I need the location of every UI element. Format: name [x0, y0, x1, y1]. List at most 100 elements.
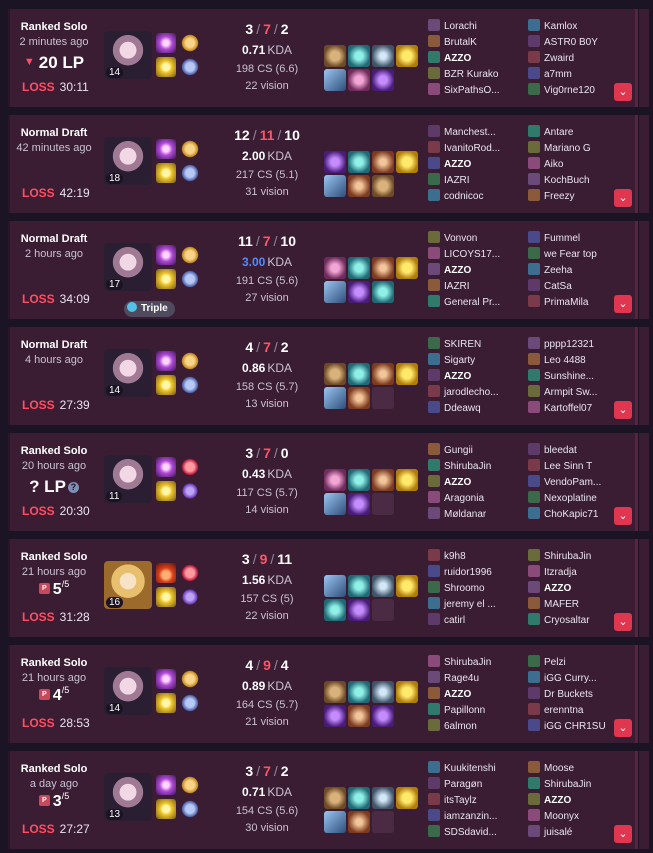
item-icon[interactable]: [372, 45, 394, 67]
player-row[interactable]: ShirubaJin: [428, 655, 491, 671]
player-row[interactable]: Sigarty: [428, 353, 498, 369]
item-icon[interactable]: [372, 787, 394, 809]
item-icon[interactable]: [372, 575, 394, 597]
player-row[interactable]: Gungii: [428, 443, 491, 459]
player-name[interactable]: Shroomo: [444, 583, 485, 594]
player-name[interactable]: pppp12321: [544, 339, 594, 350]
player-name[interactable]: AZZO: [544, 583, 571, 594]
player-name[interactable]: ShirubaJin: [544, 551, 591, 562]
player-row[interactable]: bleedat: [528, 443, 601, 459]
item-icon[interactable]: [348, 681, 370, 703]
player-row[interactable]: codnicoc: [428, 189, 500, 205]
item-icon[interactable]: [348, 493, 370, 515]
player-name[interactable]: Paragøn: [444, 779, 482, 790]
item-icon[interactable]: [372, 705, 394, 727]
player-name[interactable]: Moonyx: [544, 811, 579, 822]
expand-match-button[interactable]: ⌄: [614, 825, 632, 843]
expand-match-button[interactable]: ⌄: [614, 295, 632, 313]
player-row[interactable]: itsTaylz: [428, 793, 497, 809]
player-name[interactable]: Lee Sinn T: [544, 461, 592, 472]
item-icon[interactable]: [396, 681, 418, 703]
player-name[interactable]: IAZRI: [444, 175, 470, 186]
player-row[interactable]: Vig0rne120: [528, 83, 598, 99]
player-row[interactable]: AZZO: [428, 687, 491, 703]
player-name[interactable]: SixPathsO...: [444, 85, 500, 96]
player-name[interactable]: juisalé: [544, 827, 572, 838]
player-name[interactable]: Moose: [544, 763, 574, 774]
help-icon[interactable]: ?: [67, 482, 79, 493]
item-icon[interactable]: [372, 151, 394, 173]
player-name[interactable]: SKIREN: [444, 339, 481, 350]
player-name[interactable]: AZZO: [444, 265, 471, 276]
expand-match-button[interactable]: ⌄: [614, 719, 632, 737]
player-name[interactable]: KochBuch: [544, 175, 590, 186]
item-icon[interactable]: [348, 811, 370, 833]
player-row[interactable]: pppp12321: [528, 337, 597, 353]
item-icon[interactable]: [348, 787, 370, 809]
player-name[interactable]: Ddeawq: [444, 403, 481, 414]
player-row[interactable]: IAZRI: [428, 279, 500, 295]
item-icon[interactable]: [324, 787, 346, 809]
player-name[interactable]: Kartoffel07: [544, 403, 592, 414]
player-row[interactable]: Pelzi: [528, 655, 606, 671]
player-row[interactable]: ASTR0 B0Y: [528, 35, 598, 51]
item-icon[interactable]: [324, 281, 346, 303]
player-name[interactable]: iamzanzin...: [444, 811, 497, 822]
item-icon[interactable]: [324, 363, 346, 385]
match-card[interactable]: Ranked Solo a day ago P 3/5 LOSS 27:27 13 3/7/2…: [8, 751, 638, 849]
player-name[interactable]: Manchest...: [444, 127, 496, 138]
player-row[interactable]: BrutalK: [428, 35, 500, 51]
player-name[interactable]: Mariano G: [544, 143, 591, 154]
player-row[interactable]: Aiko: [528, 157, 591, 173]
player-row[interactable]: SKIREN: [428, 337, 498, 353]
item-icon[interactable]: [324, 811, 346, 833]
player-name[interactable]: General Pr...: [444, 297, 500, 308]
expand-match-button[interactable]: ⌄: [614, 83, 632, 101]
player-row[interactable]: we Fear top: [528, 247, 597, 263]
item-icon[interactable]: [324, 681, 346, 703]
match-card[interactable]: Normal Draft 42 minutes ago LOSS 42:19 18 12/…: [8, 115, 638, 213]
player-name[interactable]: codnicoc: [444, 191, 483, 202]
player-name[interactable]: jeremy el ...: [444, 599, 496, 610]
player-row[interactable]: AZZO: [528, 793, 591, 809]
player-name[interactable]: ChoKapic71: [544, 509, 598, 520]
item-icon[interactable]: [324, 69, 346, 91]
player-row[interactable]: Armpit Sw...: [528, 385, 597, 401]
player-name[interactable]: Vonvon: [444, 233, 477, 244]
player-row[interactable]: VendoPam...: [528, 475, 601, 491]
item-icon[interactable]: [396, 469, 418, 491]
player-row[interactable]: IAZRI: [428, 173, 500, 189]
item-icon[interactable]: [372, 257, 394, 279]
player-row[interactable]: Ddeawq: [428, 401, 498, 417]
player-row[interactable]: Zwaird: [528, 51, 598, 67]
player-row[interactable]: Antare: [528, 125, 591, 141]
player-name[interactable]: Kuukitenshi: [444, 763, 496, 774]
irelia-portrait-icon[interactable]: 14: [104, 667, 152, 715]
player-name[interactable]: AZZO: [544, 795, 571, 806]
player-name[interactable]: we Fear top: [544, 249, 597, 260]
item-icon[interactable]: [396, 575, 418, 597]
player-name[interactable]: MAFER: [544, 599, 579, 610]
player-row[interactable]: Sunshine...: [528, 369, 597, 385]
player-name[interactable]: iGG Curry...: [544, 673, 597, 684]
player-name[interactable]: BZR Kurako: [444, 69, 498, 80]
item-icon[interactable]: [324, 469, 346, 491]
player-row[interactable]: Møldanar: [428, 507, 491, 523]
player-name[interactable]: Lorachi: [444, 21, 477, 32]
item-icon[interactable]: [372, 281, 394, 303]
expand-match-button[interactable]: ⌄: [614, 507, 632, 525]
player-row[interactable]: Paragøn: [428, 777, 497, 793]
player-name[interactable]: a7mm: [544, 69, 572, 80]
player-name[interactable]: Papillonn: [444, 705, 485, 716]
player-name[interactable]: Armpit Sw...: [544, 387, 597, 398]
item-icon[interactable]: [348, 469, 370, 491]
player-row[interactable]: juisalé: [528, 825, 591, 841]
item-icon[interactable]: [396, 787, 418, 809]
match-card[interactable]: Ranked Solo 2 minutes ago ▼ 20 LP LOSS 30:11 1…: [8, 9, 638, 107]
player-row[interactable]: ShirubaJin: [428, 459, 491, 475]
player-name[interactable]: Cryosaltar: [544, 615, 590, 626]
match-card[interactable]: Normal Draft 4 hours ago LOSS 27:39 14 4/7/2 0…: [8, 327, 638, 425]
player-row[interactable]: Freezy: [528, 189, 591, 205]
player-row[interactable]: Shroomo: [428, 581, 496, 597]
player-row[interactable]: BZR Kurako: [428, 67, 500, 83]
